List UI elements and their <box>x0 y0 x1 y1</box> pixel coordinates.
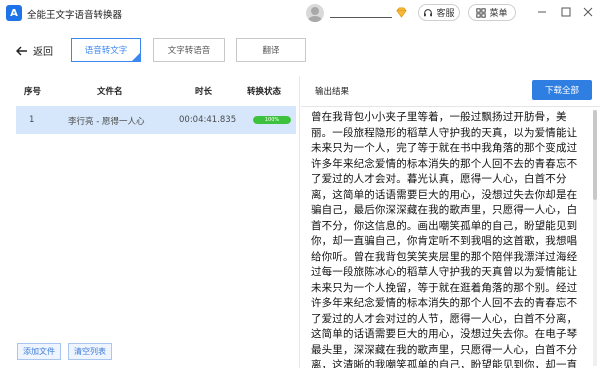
grid-menu-icon <box>476 7 487 18</box>
minimize-icon[interactable] <box>534 4 550 20</box>
vip-diamond-icon[interactable] <box>395 6 408 19</box>
back-button[interactable]: 返回 <box>16 43 53 58</box>
customer-service-label: 客服 <box>436 9 455 19</box>
download-all-button[interactable]: 下载全部 <box>532 80 592 100</box>
add-file-button[interactable]: 添加文件 <box>17 343 61 360</box>
output-text-area[interactable]: 曾在我背包小小夹子里等着，一般过飘扬过开肪骨，美丽。一段旅程隐形的稻草人守护我的… <box>311 110 587 368</box>
tab-label: 文字转语音 <box>167 46 211 56</box>
output-panel: 输出结果 下载全部 曾在我背包小小夹子里等着，一般过飘扬过开肪骨，美丽。一段旅程… <box>301 76 600 368</box>
title-bar: A 全能王文字语音转换器 客服 菜单 <box>0 0 600 26</box>
progress-text: 100% <box>264 117 280 123</box>
header-filename: 文件名 <box>97 87 123 97</box>
app-title: 全能王文字语音转换器 <box>27 10 123 21</box>
conversion-progress-bar: 100% <box>253 116 291 124</box>
header-status: 转换状态 <box>247 87 282 97</box>
output-scrollbar[interactable] <box>593 110 597 366</box>
menu-button[interactable]: 菜单 <box>468 4 516 21</box>
username-underline[interactable] <box>330 17 392 18</box>
table-row[interactable]: 1 李行亮 - 愿得一人心 00:04:41.835 100% <box>16 106 296 134</box>
row-duration: 00:04:41.835 <box>179 115 237 125</box>
clear-list-button[interactable]: 清空列表 <box>68 343 112 360</box>
row-index: 1 <box>29 115 35 125</box>
tab-translate[interactable]: 翻译 <box>236 38 306 62</box>
divider <box>301 106 600 107</box>
close-icon[interactable] <box>580 4 596 20</box>
active-check-icon <box>131 52 141 62</box>
menu-label: 菜单 <box>489 9 508 19</box>
header-duration: 时长 <box>195 87 213 97</box>
scroll-thumb[interactable] <box>593 110 597 200</box>
customer-service-button[interactable]: 客服 <box>418 4 460 21</box>
back-label: 返回 <box>33 47 53 58</box>
app-logo-icon: A <box>6 5 22 21</box>
tab-label: 翻译 <box>262 46 280 56</box>
table-header: 序号 文件名 时长 转换状态 <box>0 80 300 102</box>
arrow-left-icon <box>16 46 27 55</box>
row-filename: 李行亮 - 愿得一人心 <box>68 117 145 127</box>
maximize-icon[interactable] <box>558 4 574 20</box>
file-list-panel: 序号 文件名 时长 转换状态 1 李行亮 - 愿得一人心 00:04:41.83… <box>0 76 300 368</box>
tab-text-to-speech[interactable]: 文字转语音 <box>153 38 225 62</box>
header-index: 序号 <box>24 87 42 97</box>
toolbar: 返回 语音转文字 文字转语音 翻译 <box>0 26 600 76</box>
headset-icon <box>424 8 433 16</box>
user-avatar[interactable] <box>306 4 324 22</box>
tab-label: 语音转文字 <box>84 46 128 56</box>
output-title: 输出结果 <box>315 87 350 97</box>
tab-speech-to-text[interactable]: 语音转文字 <box>71 38 141 62</box>
